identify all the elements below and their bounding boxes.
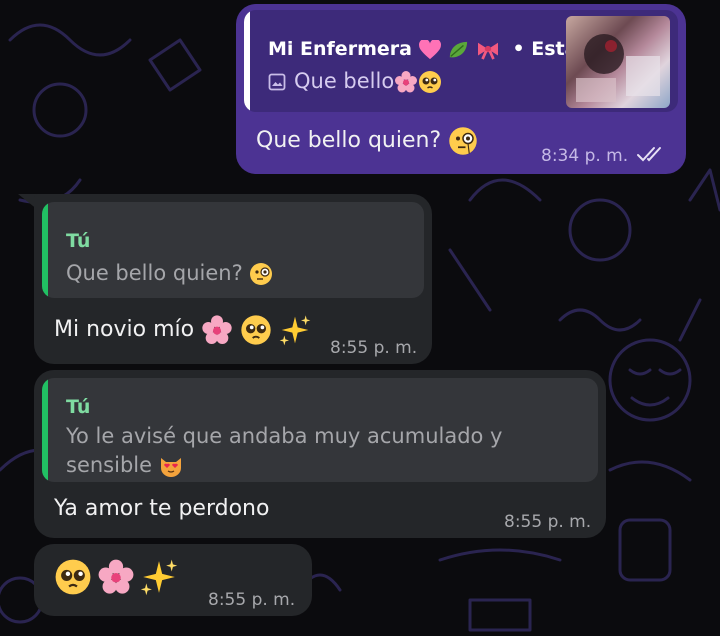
heart-eyes-cat-emoji	[160, 458, 181, 477]
quote-author-name: Mi Enfermera	[268, 38, 412, 60]
quote-author-name: Tú	[66, 396, 91, 418]
quote-text: Que bello quien?	[66, 259, 273, 288]
sparkles-emoji	[140, 559, 178, 596]
quote-text: Que bello	[268, 67, 442, 96]
message-time: 8:55 p. m.	[504, 512, 592, 532]
quote-author: Mi Enfermera • Estado	[268, 38, 604, 60]
ribbon-emoji	[477, 42, 498, 60]
sparkles-emoji	[279, 315, 311, 346]
quote-accent-bar	[42, 202, 48, 298]
leaf-emoji	[450, 41, 468, 57]
quote-text-line-2: sensible	[66, 451, 183, 480]
message-text: Que bello quien?	[256, 126, 478, 156]
reply-quote[interactable]: Tú Yo le avisé que andaba muy acumulado …	[42, 378, 598, 482]
message-text: Mi novio mío	[54, 314, 311, 346]
incoming-message-bubble[interactable]: 8:55 p. m.	[34, 544, 312, 616]
message-body: Mi novio mío	[54, 317, 195, 342]
flower-emoji	[202, 315, 232, 344]
monocle-face-emoji	[449, 127, 477, 155]
heart-emoji	[418, 39, 441, 59]
monocle-face-emoji	[250, 263, 273, 285]
incoming-message-bubble[interactable]: Tú Que bello quien? Mi novio mío 8:55 p.…	[34, 194, 432, 364]
status-reply-quote[interactable]: Mi Enfermera • Estado Que bello	[244, 10, 678, 112]
emoji-message	[54, 558, 178, 596]
quote-body: Que bello	[294, 69, 395, 93]
flower-emoji	[98, 559, 134, 594]
message-time: 8:34 p. m.	[541, 146, 629, 166]
message-text: Ya amor te perdono	[54, 496, 270, 521]
quote-text-line-1: Yo le avisé que andaba muy acumulado y	[66, 424, 503, 448]
pleading-face-emoji	[55, 559, 91, 595]
outgoing-message-bubble[interactable]: Mi Enfermera • Estado Que bello Que bell…	[236, 4, 686, 174]
quote-accent-bar	[42, 378, 48, 482]
message-time: 8:55 p. m.	[208, 590, 296, 610]
quote-accent-bar	[244, 10, 250, 112]
pleading-face-emoji	[419, 71, 442, 93]
image-icon	[268, 73, 286, 91]
pleading-face-emoji	[241, 315, 271, 345]
reply-quote[interactable]: Tú Que bello quien?	[42, 202, 424, 298]
quote-body: Que bello quien?	[66, 261, 243, 285]
flower-emoji	[395, 71, 418, 93]
thumbnail-image	[576, 34, 660, 102]
quote-body: sensible	[66, 453, 153, 477]
message-time: 8:55 p. m.	[330, 338, 418, 358]
quote-author-name: Tú	[66, 230, 91, 252]
message-body: Que bello quien?	[256, 128, 442, 153]
read-double-check-icon	[637, 147, 661, 162]
incoming-message-bubble[interactable]: Tú Yo le avisé que andaba muy acumulado …	[34, 370, 606, 538]
status-thumbnail[interactable]	[566, 16, 670, 108]
